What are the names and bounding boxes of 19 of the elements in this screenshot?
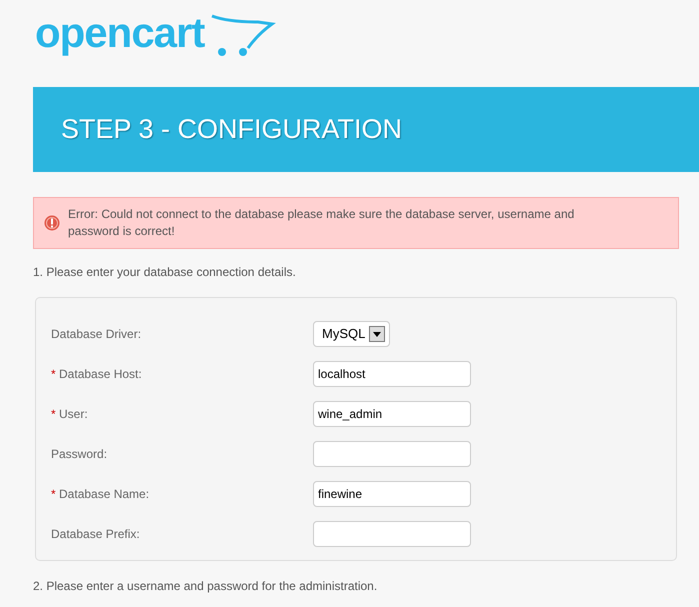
input-field[interactable] (313, 521, 471, 547)
field-label: * User: (51, 406, 89, 423)
input-field[interactable]: finewine (313, 481, 471, 507)
logo-text: opencart (35, 12, 204, 54)
page-title: STEP 3 - CONFIGURATION (61, 113, 402, 146)
caret-icon (373, 332, 382, 336)
field-label: Database Prefix: (51, 526, 141, 543)
field-label: Database Driver: (51, 326, 142, 343)
field-label: Password: (51, 446, 108, 463)
input-field[interactable]: localhost (313, 361, 471, 387)
section-heading: 2. Please enter a username and password for the administration. (33, 579, 378, 593)
error-icon (44, 215, 60, 231)
field-label: * Database Name: (51, 486, 150, 503)
driver-select[interactable]: MySQL (313, 321, 390, 347)
field-label: * Database Host: (51, 366, 143, 383)
input-field[interactable] (313, 441, 471, 467)
section-heading: 1. Please enter your database connection details. (33, 265, 297, 279)
error-message: Error: Could not connect to the database please make sure the database server, username and password is correct! (68, 206, 576, 240)
input-field[interactable]: wine_admin (313, 401, 471, 427)
